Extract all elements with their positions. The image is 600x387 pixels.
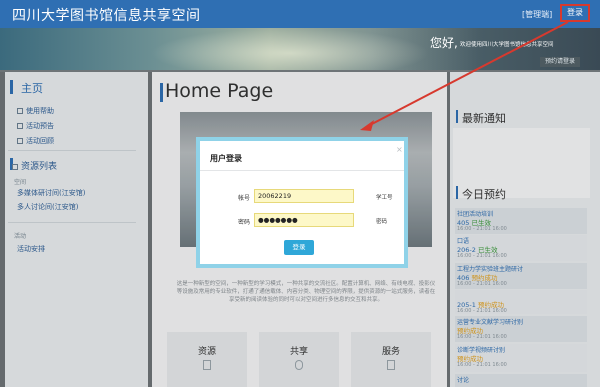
close-icon[interactable]: × <box>396 145 403 154</box>
login-dialog: 用户登录 × 帐号 学工号 密码 密码 登录 <box>196 137 408 268</box>
banner-image <box>150 28 430 70</box>
site-title[interactable]: 四川大学图书馆信息共享空间 <box>12 5 201 25</box>
submit-login-button[interactable]: 登录 <box>284 240 314 255</box>
password-hint: 密码 <box>376 219 388 225</box>
top-bar: 四川大学图书馆信息共享空间 [管理端] 登录 <box>0 0 600 28</box>
greeting: 您好, <box>430 36 458 50</box>
dialog-title: 用户登录 <box>210 154 242 163</box>
divider <box>200 170 404 171</box>
password-label: 密码 <box>238 219 251 226</box>
reserve-button[interactable]: 预约请登录 <box>540 57 580 67</box>
login-button[interactable]: 登录 <box>560 4 590 22</box>
account-input[interactable] <box>254 189 354 203</box>
account-hint: 学工号 <box>376 195 393 201</box>
welcome-text: 欢迎使用四川大学图书馆信息共享空间 <box>460 42 554 48</box>
account-label: 帐号 <box>238 195 251 202</box>
password-input[interactable] <box>254 213 354 227</box>
admin-link[interactable]: [管理端] <box>522 9 552 20</box>
banner: 您好, 欢迎使用四川大学图书馆信息共享空间 <box>0 28 600 70</box>
